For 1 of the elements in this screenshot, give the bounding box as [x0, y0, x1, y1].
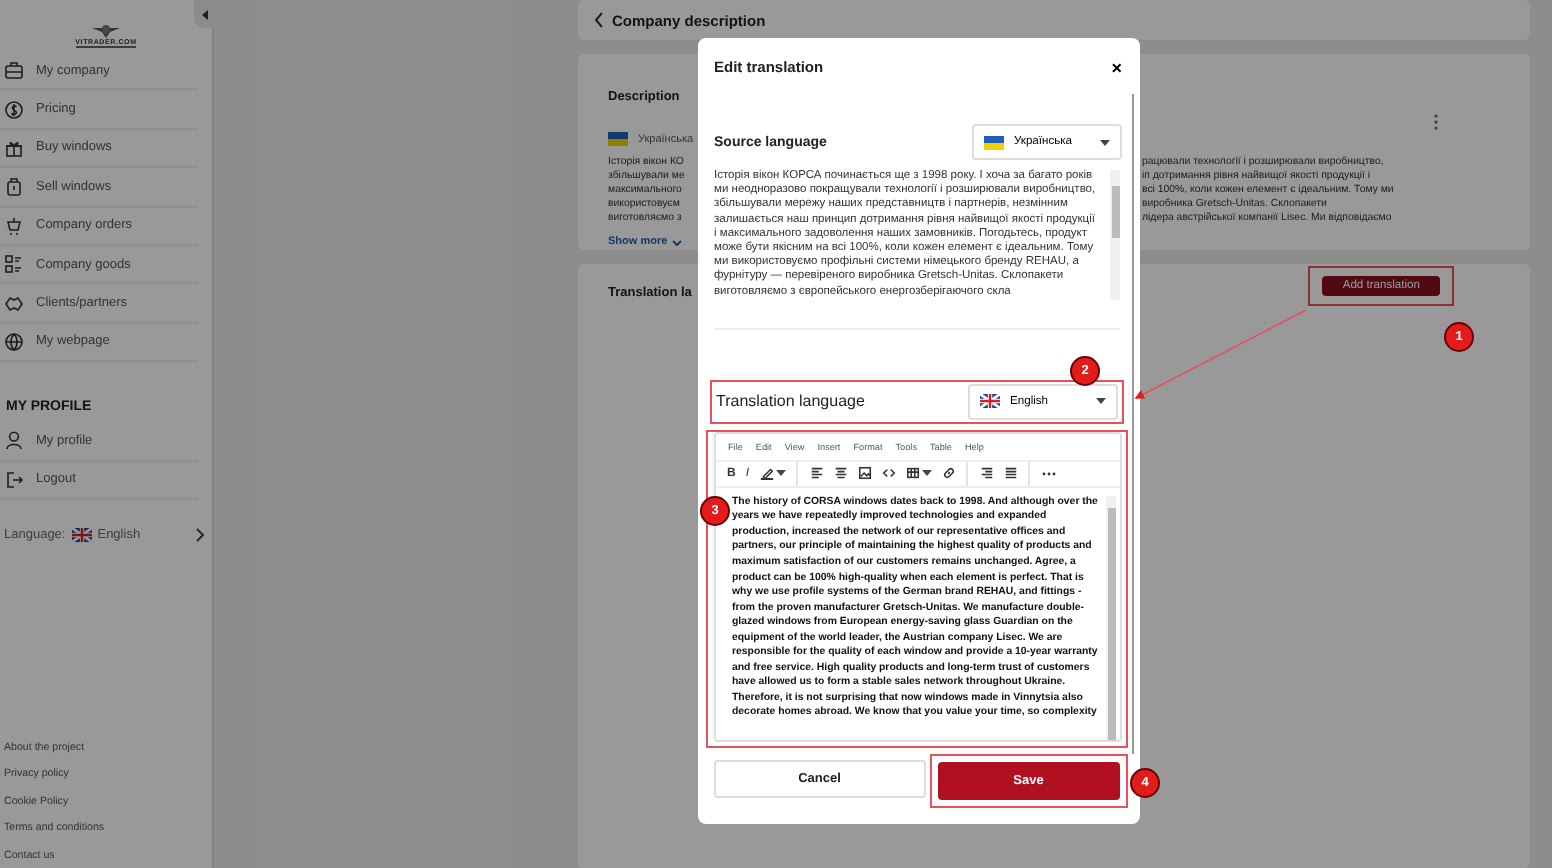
field-label: Translation language — [716, 392, 865, 411]
